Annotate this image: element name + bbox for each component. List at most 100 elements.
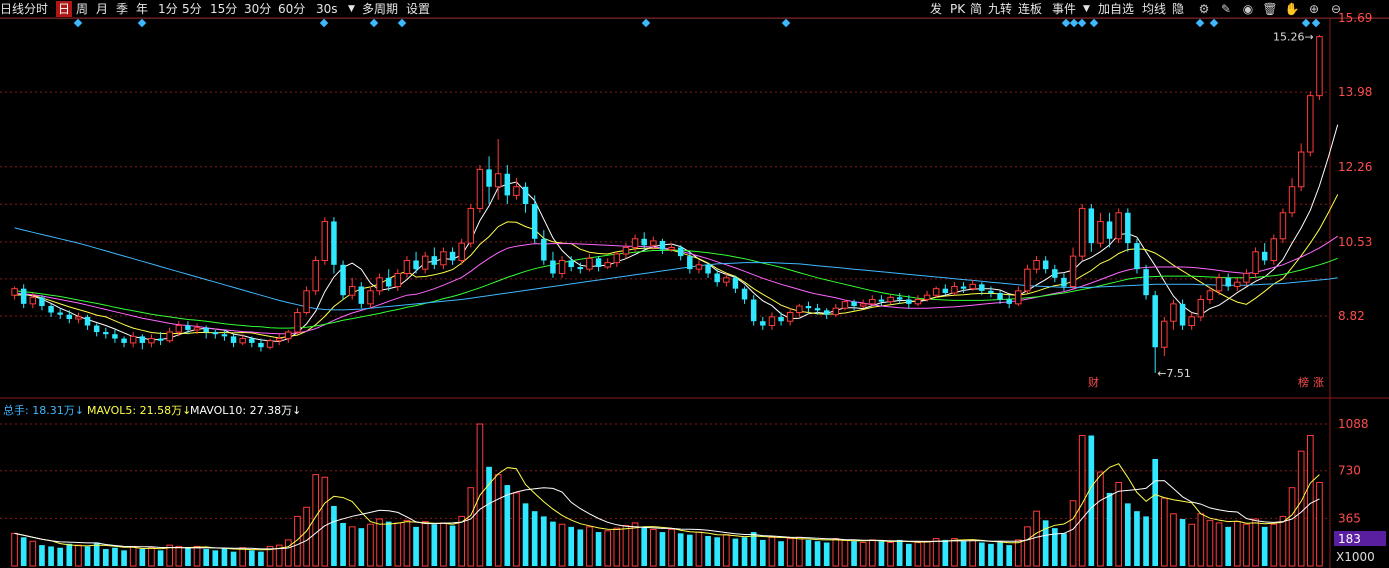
candle-body-down (1143, 269, 1149, 296)
candle-body-up (312, 259, 319, 292)
event-marker (137, 18, 147, 28)
volume-bar-down (1061, 533, 1067, 566)
candle-body-up (786, 312, 794, 322)
volume-bar-down (212, 550, 219, 566)
event-marker (73, 18, 83, 28)
volume-bar-up (923, 540, 931, 567)
candle-body-up (129, 335, 137, 344)
candle-body-up (294, 312, 301, 333)
candle-body-down (1042, 260, 1049, 270)
candle-body-up (650, 240, 657, 246)
candle-body-up (421, 255, 429, 270)
candle-body-down (760, 321, 766, 326)
volume-bar-up (284, 539, 292, 567)
volume-bar-down (814, 541, 821, 566)
candle-body-down (504, 173, 511, 196)
candle-body-down (997, 293, 1003, 300)
volume-bar-up (321, 476, 329, 567)
volume-bar-up (29, 540, 37, 567)
volume-bar-up (604, 530, 612, 567)
candle-body-down (568, 260, 574, 267)
volume-bar-down (540, 516, 547, 566)
volume-bar-up (932, 538, 940, 567)
candle-body-down (103, 332, 109, 335)
volume-bar-down (805, 539, 812, 566)
event-marker (1195, 18, 1205, 28)
mavol5-label: MAVOL5: 21.58万↓ (87, 404, 191, 417)
volume-bar-up (868, 539, 876, 567)
candle-body-up (1234, 281, 1241, 288)
candle-body-down (851, 301, 857, 307)
candle-body-down (741, 288, 748, 300)
volume-bar-up (1097, 471, 1104, 567)
candle-body-down (641, 238, 647, 246)
candle-body-down (385, 277, 392, 287)
candle-body-up (969, 283, 976, 290)
volume-bar-up (394, 522, 402, 567)
candle-body-down (157, 338, 164, 341)
volume-bar-down (121, 550, 127, 566)
volume-bar-down (568, 526, 575, 566)
volume-bar-up (969, 539, 977, 567)
volume-tick-label: 730 (1338, 464, 1361, 478)
low-price-label: ←7.51 (1157, 367, 1191, 380)
volume-bar-down (997, 542, 1003, 566)
volume-bar-up (722, 534, 730, 567)
volume-bar-down (641, 526, 648, 566)
candle-body-up (394, 272, 402, 288)
candle-body-up (367, 290, 374, 305)
candle-body-up (951, 286, 958, 294)
candle-body-down (249, 338, 255, 343)
price-tick-label: 15.69 (1338, 11, 1372, 25)
candle-body-down (1006, 299, 1012, 304)
candle-body-down (358, 286, 365, 304)
candle-body-down (1088, 208, 1095, 244)
candle-body-up (1243, 272, 1250, 283)
price-tick-label: 8.82 (1338, 309, 1365, 323)
candle-body-up (1197, 299, 1205, 318)
volume-bar-down (1261, 526, 1268, 566)
volume-bar-up (1024, 526, 1031, 567)
candle-body-down (84, 316, 91, 326)
candle-body-down (595, 258, 602, 267)
volume-bar-down (248, 550, 255, 566)
volume-bar-down (185, 547, 191, 566)
volume-bar-up (768, 536, 776, 567)
candle-body-down (714, 273, 720, 283)
candle-body-down (541, 238, 547, 261)
volume-bar-down (778, 541, 784, 566)
candle-body-down (413, 260, 419, 270)
candle-body-up (1188, 316, 1195, 327)
volume-tick-label: 365 (1338, 511, 1361, 525)
candle-body-up (193, 327, 201, 331)
candle-body-down (878, 299, 885, 302)
candle-body-up (1307, 95, 1314, 153)
candle-body-down (93, 325, 100, 333)
volume-bar-down (1042, 520, 1049, 566)
candle-body-down (896, 297, 903, 300)
event-marker (1209, 18, 1219, 28)
volume-bar-down (340, 522, 346, 566)
candle-body-up (1170, 303, 1177, 322)
volume-bar-down (221, 547, 228, 566)
mavol10-line (14, 480, 1320, 550)
volume-bar-down (686, 534, 693, 566)
candle-body-up (1015, 290, 1022, 305)
volume-bar-up (421, 521, 429, 567)
event-label-finance: 财 (1088, 375, 1099, 389)
volume-bar-up (1206, 519, 1214, 567)
volume-bar-up (695, 531, 703, 567)
candle-body-up (558, 259, 566, 274)
volume-bar-up (239, 547, 247, 567)
candle-body-up (1161, 320, 1168, 348)
volume-bar-up (129, 545, 137, 567)
candle-body-up (1069, 255, 1077, 288)
candle-body-down (988, 290, 994, 294)
volume-bar-down (988, 543, 994, 566)
volume-bar-up (1115, 481, 1123, 567)
candle-body-down (57, 312, 63, 315)
candle-body-up (768, 316, 776, 327)
volume-bar-up (376, 518, 383, 567)
volume-bar-up (193, 545, 201, 567)
volume-bar-down (960, 541, 967, 566)
